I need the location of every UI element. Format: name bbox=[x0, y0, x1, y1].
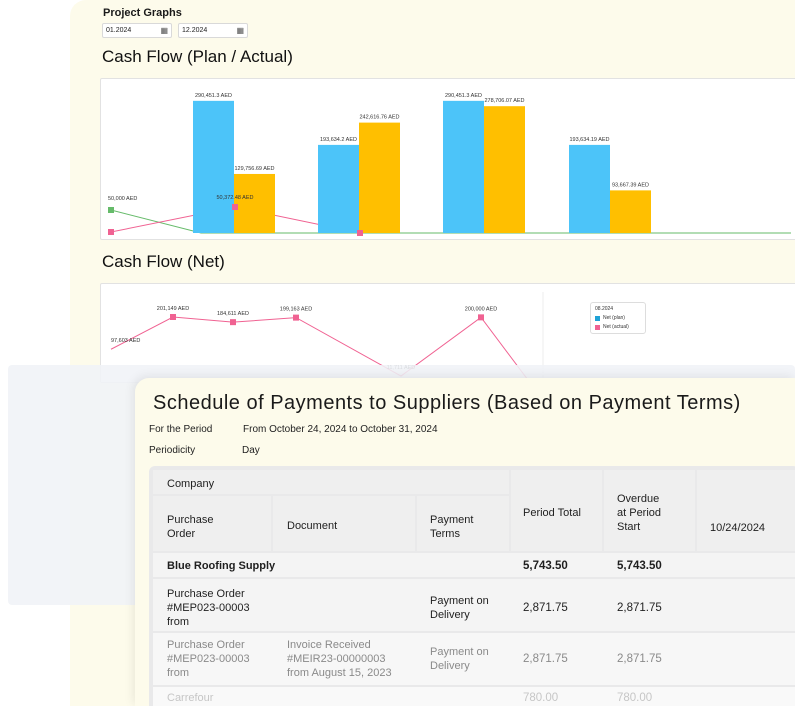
bar-plan-label: 193,634.2 AED bbox=[320, 137, 357, 143]
bar-plan-label: 193,634.19 AED bbox=[569, 137, 609, 143]
schedule-title: Schedule of Payments to Suppliers (Based… bbox=[153, 392, 741, 414]
net-data-label: 199,163 AED bbox=[280, 307, 312, 313]
legend-label: Net (plan) bbox=[603, 315, 625, 321]
schedule-table: Company Purchase Order Document Payment … bbox=[149, 466, 795, 706]
periodicity-label: Periodicity bbox=[149, 445, 196, 456]
row-document[interactable]: Invoice Received #MEIR23-00000003 from A… bbox=[287, 638, 392, 680]
bar-actual bbox=[234, 173, 275, 233]
row-period-total: 5,743.50 bbox=[523, 560, 568, 572]
header-document: Document bbox=[287, 520, 338, 532]
cash-flow-title: Cash Flow (Plan / Actual) bbox=[102, 47, 293, 66]
calendar-icon[interactable]: ▦ bbox=[160, 24, 168, 37]
row-purchase-order[interactable]: Purchase Order #MEP023-00003 from bbox=[167, 587, 250, 629]
row-payment-terms: Payment on Delivery bbox=[430, 595, 489, 621]
net-data-label: 200,000 AED bbox=[465, 306, 497, 312]
row-overdue: 5,743.50 bbox=[617, 560, 662, 572]
net-marker bbox=[478, 314, 484, 321]
periodicity-value: Day bbox=[242, 445, 260, 456]
period-value: From October 24, 2024 to October 31, 202… bbox=[243, 424, 438, 435]
period-label: For the Period bbox=[149, 424, 213, 435]
row-period-total: 2,871.75 bbox=[523, 602, 568, 614]
row-overdue: 2,871.75 bbox=[617, 653, 662, 665]
actual-marker bbox=[108, 229, 114, 235]
header-company: Company bbox=[167, 478, 215, 490]
header-period-total: Period Total bbox=[523, 507, 581, 519]
header-purchase-order: Purchase Order bbox=[167, 514, 214, 540]
row-overdue: 2,871.75 bbox=[617, 602, 662, 614]
row-purchase-order[interactable]: Purchase Order #MEP023-00003 from bbox=[167, 638, 250, 680]
row-period-total: 2,871.75 bbox=[523, 653, 568, 665]
row-company-name[interactable]: Blue Roofing Supply bbox=[167, 559, 275, 573]
header-payment-terms: Payment Terms bbox=[430, 514, 474, 540]
legend-item-net-actual[interactable]: Net (actual) bbox=[595, 324, 641, 330]
bar-actual bbox=[484, 106, 525, 233]
net-data-label: 184,611 AED bbox=[217, 311, 249, 317]
bar-plan-label: 290,451.3 AED bbox=[445, 93, 482, 99]
bar-actual-label: 242,616.76 AED bbox=[359, 115, 399, 121]
bar-actual-label: 93,667.39 AED bbox=[612, 182, 649, 188]
cash-flow-chart: 290,451.3 AED 193,634.2 AED 290,451.3 AED 1… bbox=[100, 78, 795, 240]
cash-flow-bar-chart: 290,451.3 AED 193,634.2 AED 290,451.3 AED 1… bbox=[108, 93, 791, 236]
legend-title: 08.2024 bbox=[595, 306, 614, 312]
net-marker bbox=[293, 314, 299, 321]
bar-plan bbox=[569, 144, 610, 233]
header-cell-bg bbox=[697, 470, 795, 551]
net-cash-flow-title: Cash Flow (Net) bbox=[102, 252, 225, 271]
net-data-label: 97,603 AED bbox=[111, 338, 140, 344]
chart-legend: 08.2024 Net (plan) Net (actual) bbox=[590, 302, 646, 334]
bar-actual-label: 278,706.07 AED bbox=[484, 98, 524, 104]
legend-swatch bbox=[595, 324, 600, 330]
net-marker bbox=[170, 314, 176, 320]
line-label: 50,000 AED bbox=[108, 196, 137, 202]
date-to-input[interactable]: 12.2024 ▦ bbox=[178, 23, 248, 38]
bar-actual bbox=[610, 190, 651, 233]
legend-item-net-plan[interactable]: Net (plan) bbox=[595, 315, 641, 321]
date-from-input[interactable]: 01.2024 ▦ bbox=[102, 23, 172, 38]
bar-plan-label: 290,451.3 AED bbox=[195, 93, 232, 99]
bar-plan bbox=[193, 100, 234, 233]
actual-marker bbox=[232, 204, 238, 210]
legend-label: Net (actual) bbox=[603, 324, 629, 330]
net-data-label: 201,149 AED bbox=[157, 306, 189, 312]
header-overdue: Overdue at Period Start bbox=[617, 493, 662, 533]
row-period-total: 780.00 bbox=[523, 692, 559, 704]
header-date: 10/24/2024 bbox=[710, 522, 766, 534]
line-label: 50,372.48 AED bbox=[216, 195, 253, 201]
graphs-title: Project Graphs bbox=[103, 7, 182, 19]
legend-swatch bbox=[595, 315, 600, 321]
bar-plan bbox=[318, 144, 359, 233]
net-marker bbox=[230, 319, 236, 326]
bar-actual-label: 129,756.69 AED bbox=[234, 166, 274, 172]
bar-actual bbox=[359, 122, 400, 233]
table-row-bg bbox=[153, 687, 795, 706]
row-overdue: 780.00 bbox=[617, 692, 653, 704]
bar-plan bbox=[443, 100, 484, 233]
plan-marker bbox=[108, 207, 114, 213]
actual-marker bbox=[357, 230, 363, 236]
date-from-value: 01.2024 bbox=[106, 27, 132, 34]
schedule-card: Schedule of Payments to Suppliers (Based… bbox=[135, 378, 795, 706]
row-payment-terms: Payment on Delivery bbox=[430, 646, 489, 672]
calendar-icon[interactable]: ▦ bbox=[236, 24, 244, 37]
date-to-value: 12.2024 bbox=[182, 27, 208, 34]
row-company-name[interactable]: Carrefour bbox=[167, 691, 213, 705]
